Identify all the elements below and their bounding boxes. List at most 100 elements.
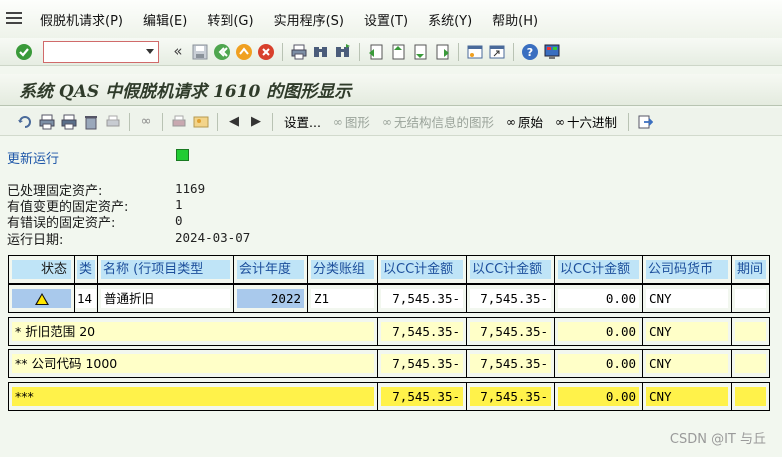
column-header-ledger-group[interactable]: 分类账组 bbox=[307, 255, 377, 284]
run-date-value: 2024-03-07 bbox=[175, 230, 251, 245]
hex-button[interactable]: ∞ 十六进制 bbox=[555, 112, 617, 131]
command-input[interactable] bbox=[47, 42, 145, 61]
error-value: 0 bbox=[175, 213, 183, 228]
glasses-icon: ∞ bbox=[505, 114, 516, 129]
glasses-icon: ∞ bbox=[381, 114, 392, 129]
toolbar-separator bbox=[458, 42, 459, 61]
page-title: 系统 QAS 中假脱机请求 1610 的图形显示 bbox=[19, 82, 352, 102]
print-icon[interactable] bbox=[290, 43, 308, 61]
type-cell: 14 bbox=[74, 284, 97, 313]
amount-1-cell: 7,545.35- bbox=[377, 349, 466, 378]
print-preview-icon[interactable] bbox=[60, 113, 78, 131]
check-icon[interactable] bbox=[15, 43, 33, 61]
processed-value: 1169 bbox=[175, 181, 206, 196]
fiscal-year-cell: 2022 bbox=[233, 284, 307, 313]
amount-2-cell: 7,545.35- bbox=[466, 382, 554, 411]
print-dim-icon[interactable] bbox=[170, 113, 188, 131]
subtotal-label-cell: * 折旧范围 20 bbox=[8, 317, 377, 346]
toolbar-separator bbox=[513, 42, 514, 61]
menu-settings[interactable]: 设置(T) bbox=[364, 10, 408, 29]
period-cell bbox=[731, 382, 770, 411]
amount-3-cell: 0.00 bbox=[554, 284, 642, 313]
hex-label: 十六进制 bbox=[566, 115, 617, 130]
refresh-icon[interactable] bbox=[16, 113, 34, 131]
print-icon[interactable] bbox=[38, 113, 56, 131]
delete-icon[interactable] bbox=[82, 113, 100, 131]
menu-icon[interactable] bbox=[6, 12, 22, 26]
run-date-label: 运行日期: bbox=[7, 233, 64, 248]
chevron-down-icon[interactable] bbox=[146, 48, 154, 54]
export-icon[interactable] bbox=[636, 113, 654, 131]
glasses-icon[interactable]: ∞ bbox=[137, 113, 155, 131]
column-header-name[interactable]: 名称 (行项目类型 bbox=[97, 255, 233, 284]
column-header-period[interactable]: 期间 bbox=[731, 255, 770, 284]
amount-3-cell: 0.00 bbox=[554, 317, 642, 346]
menu-help[interactable]: 帮助(H) bbox=[492, 10, 538, 29]
toolbar-separator bbox=[162, 112, 163, 131]
settings-button[interactable]: 设置... bbox=[284, 112, 321, 131]
menu-goto[interactable]: 转到(G) bbox=[207, 10, 253, 29]
currency-cell: CNY bbox=[642, 284, 731, 313]
toolbar-separator bbox=[129, 112, 130, 131]
toolbar-separator bbox=[359, 42, 360, 61]
toolbar-separator bbox=[627, 112, 629, 131]
amount-1-cell: 7,545.35- bbox=[377, 284, 466, 313]
graphic-label: 图形 bbox=[344, 115, 370, 130]
application-toolbar: ∞ ◀ ▶ 设置... ∞ 图形 ∞ 无结构信息的图形 ∞ 原始 ∞ 十六进制 bbox=[0, 108, 782, 136]
update-run-label[interactable]: 更新运行 bbox=[7, 148, 59, 167]
shortcut-icon[interactable] bbox=[488, 43, 506, 61]
column-header-currency[interactable]: 公司码货币 bbox=[642, 255, 731, 284]
find-next-icon[interactable] bbox=[334, 43, 352, 61]
unstructured-graphic-button[interactable]: ∞ 无结构信息的图形 bbox=[382, 112, 494, 131]
toolbar-separator bbox=[272, 112, 273, 131]
prev-page-icon[interactable] bbox=[389, 43, 407, 61]
amount-2-cell: 7,545.35- bbox=[466, 284, 554, 313]
help-icon[interactable]: ? bbox=[521, 43, 539, 61]
standard-toolbar: « ? bbox=[0, 38, 782, 66]
cancel-icon[interactable] bbox=[257, 43, 275, 61]
period-cell bbox=[731, 284, 770, 313]
save-icon[interactable] bbox=[191, 43, 209, 61]
exit-icon[interactable] bbox=[235, 43, 253, 61]
next-icon[interactable]: ▶ bbox=[247, 113, 265, 131]
output-icon[interactable] bbox=[104, 113, 122, 131]
name-cell: 普通折旧 bbox=[97, 284, 233, 313]
currency-cell: CNY bbox=[642, 317, 731, 346]
column-header-fiscal-year[interactable]: 会计年度 bbox=[233, 255, 307, 284]
column-header-amount-2[interactable]: 以CC计金额 bbox=[466, 255, 554, 284]
menu-edit[interactable]: 编辑(E) bbox=[143, 10, 187, 29]
warning-icon bbox=[34, 293, 49, 305]
column-header-status[interactable]: 状态 bbox=[8, 255, 74, 284]
column-header-amount-1[interactable]: 以CC计金额 bbox=[377, 255, 466, 284]
collapse-icon[interactable]: « bbox=[169, 43, 187, 61]
menu-system[interactable]: 系统(Y) bbox=[428, 10, 472, 29]
new-session-icon[interactable] bbox=[466, 43, 484, 61]
back-icon[interactable] bbox=[213, 43, 231, 61]
column-header-amount-3[interactable]: 以CC计金额 bbox=[554, 255, 642, 284]
changed-value: 1 bbox=[175, 197, 183, 212]
prev-icon[interactable]: ◀ bbox=[225, 113, 243, 131]
status-light-icon bbox=[176, 149, 189, 161]
layout-icon[interactable] bbox=[543, 43, 561, 61]
find-icon[interactable] bbox=[312, 43, 330, 61]
ledger-group-cell: Z1 bbox=[307, 284, 377, 313]
column-header-type[interactable]: 类 bbox=[74, 255, 97, 284]
unstructured-label: 无结构信息的图形 bbox=[393, 115, 494, 130]
menu-utilities[interactable]: 实用程序(S) bbox=[274, 10, 344, 29]
next-page-icon[interactable] bbox=[411, 43, 429, 61]
currency-cell: CNY bbox=[642, 349, 731, 378]
toolbar-separator bbox=[282, 42, 283, 61]
currency-cell: CNY bbox=[642, 382, 731, 411]
toolbar-separator bbox=[217, 112, 218, 131]
command-field[interactable] bbox=[43, 40, 159, 63]
period-cell bbox=[731, 317, 770, 346]
image-icon[interactable] bbox=[192, 113, 210, 131]
amount-1-cell: 7,545.35- bbox=[377, 382, 466, 411]
glasses-icon: ∞ bbox=[332, 114, 343, 129]
last-page-icon[interactable] bbox=[433, 43, 451, 61]
first-page-icon[interactable] bbox=[367, 43, 385, 61]
graphic-button[interactable]: ∞ 图形 bbox=[333, 112, 370, 131]
raw-button[interactable]: ∞ 原始 bbox=[506, 112, 543, 131]
menu-spool-request[interactable]: 假脱机请求(P) bbox=[40, 10, 123, 29]
glasses-icon: ∞ bbox=[554, 114, 565, 129]
